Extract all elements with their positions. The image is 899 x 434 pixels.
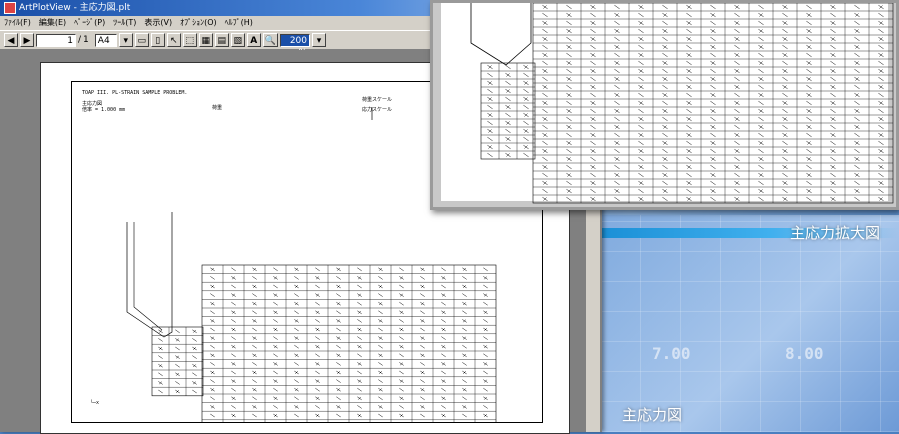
paper-size-dropdown-icon[interactable]: ▾: [118, 33, 133, 47]
zoomed-stress-plot: [470, 3, 894, 204]
menu-file[interactable]: ﾌｧｲﾙ(F): [4, 16, 31, 30]
print-icon[interactable]: ▭: [134, 33, 149, 47]
copy-icon[interactable]: ▯: [150, 33, 165, 47]
window-title: ArtPlotView - 主応力図.plt: [19, 3, 131, 13]
menu-tools[interactable]: ﾂｰﾙ(T): [113, 16, 136, 30]
zoom-icon[interactable]: 🔍: [262, 33, 278, 47]
zoom-dropdown-icon[interactable]: ▾: [312, 33, 326, 47]
main-caption: 主応力図: [622, 406, 683, 424]
paper-size-select[interactable]: A4: [94, 33, 117, 47]
menu-page[interactable]: ﾍﾟｰｼﾞ(P): [74, 16, 105, 30]
menu-help[interactable]: ﾍﾙﾌﾟ(H): [225, 16, 253, 30]
page-separator: /: [78, 35, 82, 45]
menu-view[interactable]: 表示(V): [144, 16, 172, 30]
app-icon: [4, 2, 16, 14]
text-icon[interactable]: A: [246, 33, 261, 47]
zoom-input[interactable]: 200 %: [280, 33, 310, 58]
zoom-caption: 主応力拡大図: [790, 224, 881, 242]
select-icon[interactable]: ↖: [166, 33, 181, 47]
page-total: 1: [83, 35, 89, 45]
next-page-icon[interactable]: ▶: [20, 33, 34, 47]
prev-page-icon[interactable]: ◀: [4, 33, 18, 47]
zoom-window: [430, 0, 899, 210]
zoom-area-icon[interactable]: ⬚: [182, 33, 197, 47]
page-number-input[interactable]: 1: [36, 33, 76, 47]
grid-number: 8.00: [785, 344, 824, 363]
rectangle-icon[interactable]: ▦: [198, 33, 213, 47]
background-mesh-image: [560, 215, 899, 432]
menu-edit[interactable]: 編集(E): [39, 16, 66, 30]
zoom-page: [441, 3, 894, 204]
menu-options[interactable]: ｵﾌﾟｼｮﾝ(O): [180, 16, 217, 30]
fit-icon[interactable]: ▤: [214, 33, 229, 47]
export-icon[interactable]: ▧: [230, 33, 245, 47]
grid-number: 7.00: [652, 344, 691, 363]
